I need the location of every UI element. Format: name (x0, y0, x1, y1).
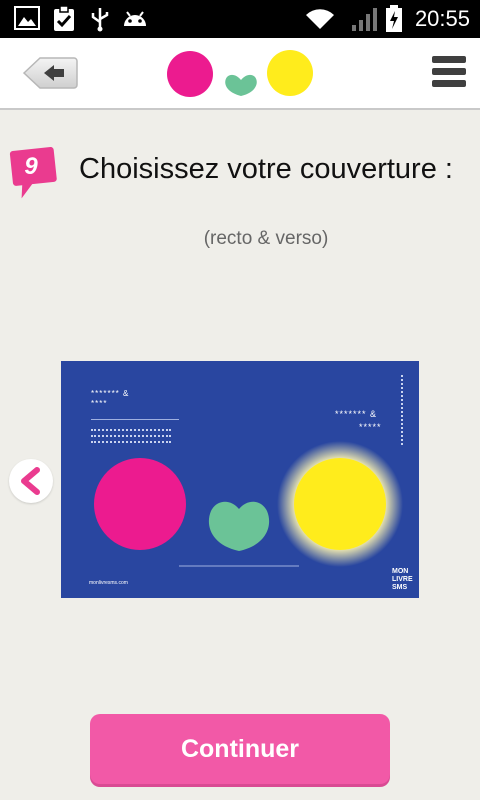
signal-icon (352, 8, 377, 31)
usb-icon (91, 8, 109, 32)
cover-footer-url: monlivresms.com (89, 580, 128, 586)
clock-time: 20:55 (414, 6, 470, 31)
page-title: Choisissez votre couverture : (79, 153, 453, 185)
cover-green-heart (208, 501, 270, 551)
clipboard-check-icon (54, 6, 74, 31)
chevron-left-icon (21, 467, 40, 495)
status-bar: 20:55 (0, 0, 480, 38)
back-button[interactable] (22, 56, 78, 90)
cover-brand: MON LIVRE SMS (392, 568, 413, 592)
battery-charging-icon (386, 5, 402, 32)
cover-pink-circle (94, 458, 186, 550)
step-number: 9 (24, 153, 38, 180)
wifi-icon (306, 9, 334, 30)
android-icon (124, 11, 146, 26)
menu-button[interactable] (432, 56, 466, 92)
cover-brand-line2: LIVRE (392, 576, 413, 583)
hamburger-menu-icon (432, 56, 466, 63)
logo-yellow-circle (267, 50, 313, 96)
cover-yellow-circle (294, 458, 386, 550)
app-header (0, 38, 480, 110)
cover-brand-line1: MON (392, 568, 409, 575)
logo-green-heart (225, 74, 257, 96)
cover-artwork (94, 441, 403, 567)
page-subtitle: (recto & verso) (203, 228, 329, 249)
picture-icon (14, 6, 40, 30)
logo (167, 50, 313, 97)
logo-pink-circle (167, 51, 213, 97)
cover-preview[interactable]: ******* & **** ******* & ***** monlivres… (61, 361, 419, 598)
cover-brand-line3: SMS (392, 584, 408, 591)
continue-button[interactable]: Continuer (90, 714, 390, 784)
previous-cover-button[interactable] (9, 459, 53, 503)
